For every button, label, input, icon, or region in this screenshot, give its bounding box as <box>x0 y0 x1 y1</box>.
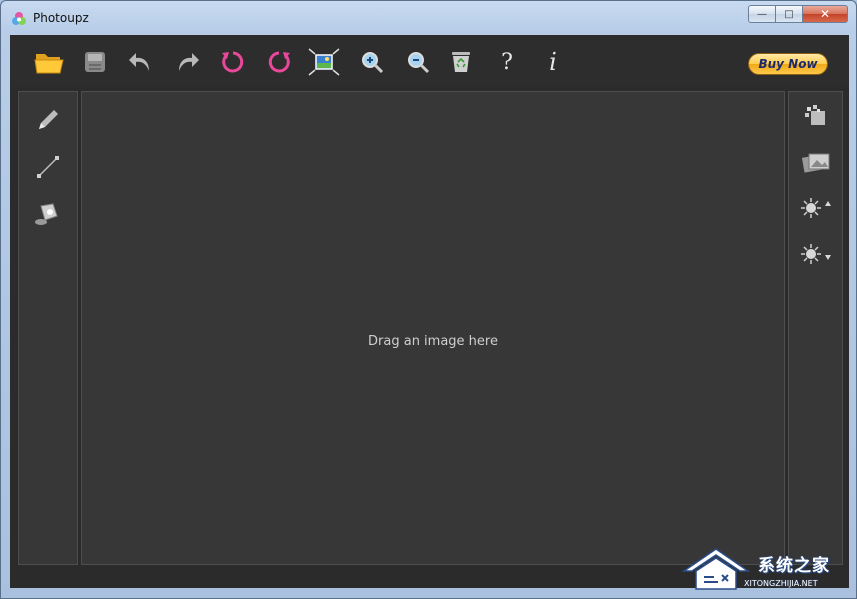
app-window: Photoupz — □ ✕ ? i Buy Now Drag an image… <box>0 0 857 599</box>
rotate-right-icon <box>268 51 290 73</box>
right-tool-panel <box>788 91 843 565</box>
open-button[interactable] <box>32 45 66 79</box>
fill-tool-button[interactable] <box>30 198 66 230</box>
line-tool-button[interactable] <box>30 151 66 183</box>
minimize-button[interactable]: — <box>748 5 776 23</box>
pixelate-icon <box>805 105 825 125</box>
photos-button[interactable] <box>798 146 834 178</box>
brightness-up-icon <box>801 198 831 218</box>
photos-icon <box>801 153 830 173</box>
rotate-left-button[interactable] <box>216 45 250 79</box>
pencil-icon <box>39 110 58 129</box>
fit-image-icon <box>308 48 340 76</box>
zoom-in-icon <box>362 52 384 74</box>
fit-image-button[interactable] <box>307 45 341 79</box>
main-toolbar: ? i Buy Now <box>10 35 849 87</box>
image-canvas[interactable]: Drag an image here <box>81 91 785 565</box>
window-title: Photoupz <box>33 11 89 25</box>
brightness-down-button[interactable] <box>798 238 834 270</box>
buy-now-button[interactable]: Buy Now <box>748 53 828 75</box>
help-icon: ? <box>501 49 513 75</box>
rotate-left-icon <box>222 51 244 73</box>
save-button[interactable] <box>78 45 112 79</box>
zoom-out-button[interactable] <box>401 45 435 79</box>
pencil-tool-button[interactable] <box>30 104 66 136</box>
title-bar[interactable]: Photoupz — □ ✕ <box>1 1 856 33</box>
drop-hint: Drag an image here <box>368 334 498 349</box>
house-logo-icon <box>681 548 750 590</box>
watermark-url: XITONGZHIJIA.NET <box>744 579 818 588</box>
watermark-title: 系统之家 <box>758 556 830 576</box>
redo-button[interactable] <box>170 45 204 79</box>
line-icon <box>37 156 59 178</box>
pixelate-button[interactable] <box>798 100 834 132</box>
zoom-out-icon <box>408 52 430 74</box>
close-button[interactable]: ✕ <box>802 5 848 23</box>
photoupz-logo-icon <box>12 12 26 25</box>
help-button[interactable]: ? <box>490 45 524 79</box>
redo-icon <box>179 53 199 71</box>
info-icon: i <box>549 48 557 76</box>
info-button[interactable]: i <box>536 45 570 79</box>
brightness-up-button[interactable] <box>798 192 834 224</box>
recycle-bin-icon <box>452 52 470 72</box>
left-tool-panel <box>18 91 78 565</box>
undo-icon <box>129 53 149 71</box>
app-client-area: ? i Buy Now Drag an image here <box>10 35 849 588</box>
paint-bucket-icon <box>35 203 58 225</box>
maximize-button[interactable]: □ <box>776 5 802 23</box>
rotate-right-button[interactable] <box>262 45 296 79</box>
brightness-down-icon <box>801 244 831 264</box>
delete-button[interactable] <box>444 45 478 79</box>
save-icon <box>85 52 105 72</box>
open-folder-icon <box>34 54 64 74</box>
undo-button[interactable] <box>124 45 158 79</box>
zoom-in-button[interactable] <box>355 45 389 79</box>
watermark: 系统之家 XITONGZHIJIA.NET <box>680 545 850 595</box>
window-controls: — □ ✕ <box>748 5 848 25</box>
